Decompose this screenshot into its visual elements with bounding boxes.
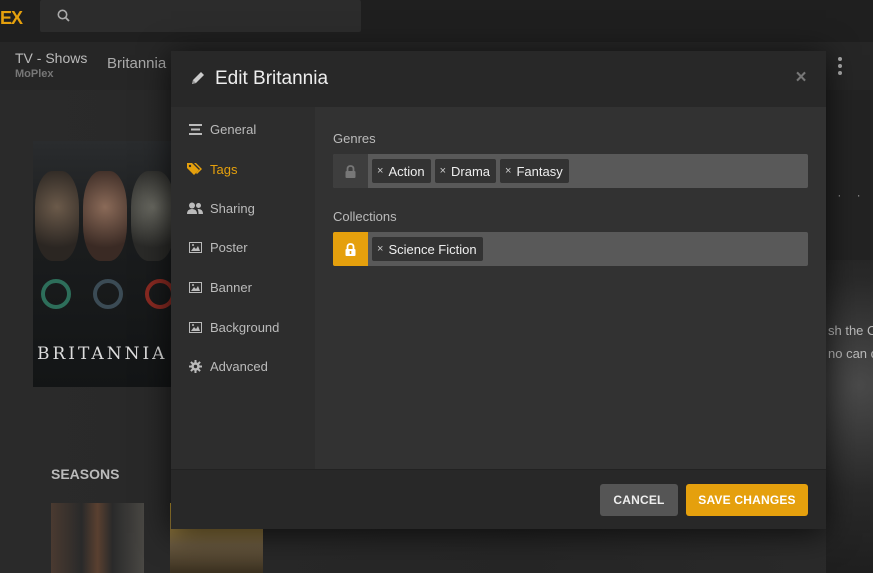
background-dots: · · · (818, 188, 867, 202)
image-icon (187, 239, 203, 255)
lock-icon (345, 242, 356, 256)
collections-field[interactable]: × Science Fiction (333, 232, 808, 266)
tag-label: Action (388, 163, 425, 179)
nav-item-label: General (210, 121, 257, 137)
image-icon (187, 279, 203, 295)
users-icon (187, 200, 203, 216)
poster-knot-icon (145, 279, 173, 309)
remove-tag-icon[interactable]: × (505, 165, 511, 177)
tag-label: Drama (451, 163, 491, 179)
collections-lock-toggle[interactable] (333, 232, 368, 266)
genres-label: Genres (333, 131, 376, 146)
poster-figure (83, 171, 127, 261)
poster-figure (35, 171, 79, 261)
app-logo[interactable]: EX (0, 8, 23, 29)
nav-item-tags[interactable]: Tags (171, 151, 315, 187)
cancel-button[interactable]: CANCEL (600, 484, 678, 516)
remove-tag-icon[interactable]: × (377, 243, 383, 255)
collections-tag-list: × Science Fiction (372, 237, 483, 261)
dialog-title: Edit Britannia (215, 68, 329, 89)
image-icon (187, 319, 203, 335)
nav-item-sharing[interactable]: Sharing (171, 190, 315, 226)
nav-item-general[interactable]: General (171, 111, 315, 147)
close-icon[interactable]: × (792, 68, 810, 88)
nav-item-background[interactable]: Background (171, 309, 315, 345)
dialog-header: Edit Britannia × (171, 51, 826, 107)
search-icon (57, 9, 70, 22)
collections-label: Collections (333, 209, 397, 224)
nav-item-label: Tags (210, 161, 238, 177)
remove-tag-icon[interactable]: × (440, 165, 446, 177)
show-poster[interactable]: BRITANNIA (33, 141, 173, 387)
nav-item-label: Poster (210, 239, 248, 255)
top-bar: EX (0, 0, 873, 42)
genres-tag-list: × Action × Drama × Fantasy (372, 159, 569, 183)
nav-item-label: Advanced (210, 358, 268, 374)
background-summary-line: no can c (828, 346, 873, 361)
more-options-icon[interactable] (833, 56, 847, 76)
background-art (826, 260, 873, 573)
season-thumbnail[interactable] (51, 503, 144, 573)
dialog-footer: CANCEL SAVE CHANGES (171, 469, 826, 529)
seasons-heading: SEASONS (51, 466, 120, 482)
edit-dialog: Edit Britannia × General Tags Sharing Po… (171, 51, 826, 529)
lock-icon (345, 164, 356, 178)
poster-title: BRITANNIA (37, 344, 168, 364)
remove-tag-icon[interactable]: × (377, 165, 383, 177)
section-title[interactable]: TV - Shows (15, 50, 87, 66)
genre-tag[interactable]: × Action (372, 159, 431, 183)
nav-item-label: Banner (210, 279, 252, 295)
gear-icon (187, 358, 203, 374)
pencil-icon (192, 72, 204, 84)
nav-item-label: Background (210, 319, 280, 335)
nav-item-advanced[interactable]: Advanced (171, 348, 315, 384)
nav-item-label: Sharing (210, 200, 255, 216)
collection-tag[interactable]: × Science Fiction (372, 237, 483, 261)
list-icon (187, 121, 203, 137)
genre-tag[interactable]: × Fantasy (500, 159, 569, 183)
show-title: Britannia (107, 55, 167, 72)
background-summary-line: sh the C (828, 323, 873, 338)
tag-label: Science Fiction (388, 241, 477, 257)
dialog-sidebar: General Tags Sharing Poster Banner Backg… (171, 107, 315, 469)
nav-item-banner[interactable]: Banner (171, 269, 315, 305)
tags-panel: Genres × Action × Drama × Fantasy Collec… (315, 107, 826, 469)
save-changes-button[interactable]: SAVE CHANGES (686, 484, 808, 516)
search-input[interactable] (40, 0, 361, 32)
poster-knot-icon (41, 279, 71, 309)
tag-label: Fantasy (516, 163, 563, 179)
poster-figure (131, 171, 173, 261)
genres-lock-toggle[interactable] (333, 154, 368, 188)
section-subtitle: MoPlex (15, 68, 54, 80)
poster-knot-icon (93, 279, 123, 309)
genre-tag[interactable]: × Drama (434, 159, 497, 183)
tag-icon (187, 161, 203, 177)
genres-field[interactable]: × Action × Drama × Fantasy (333, 154, 808, 188)
nav-item-poster[interactable]: Poster (171, 229, 315, 265)
